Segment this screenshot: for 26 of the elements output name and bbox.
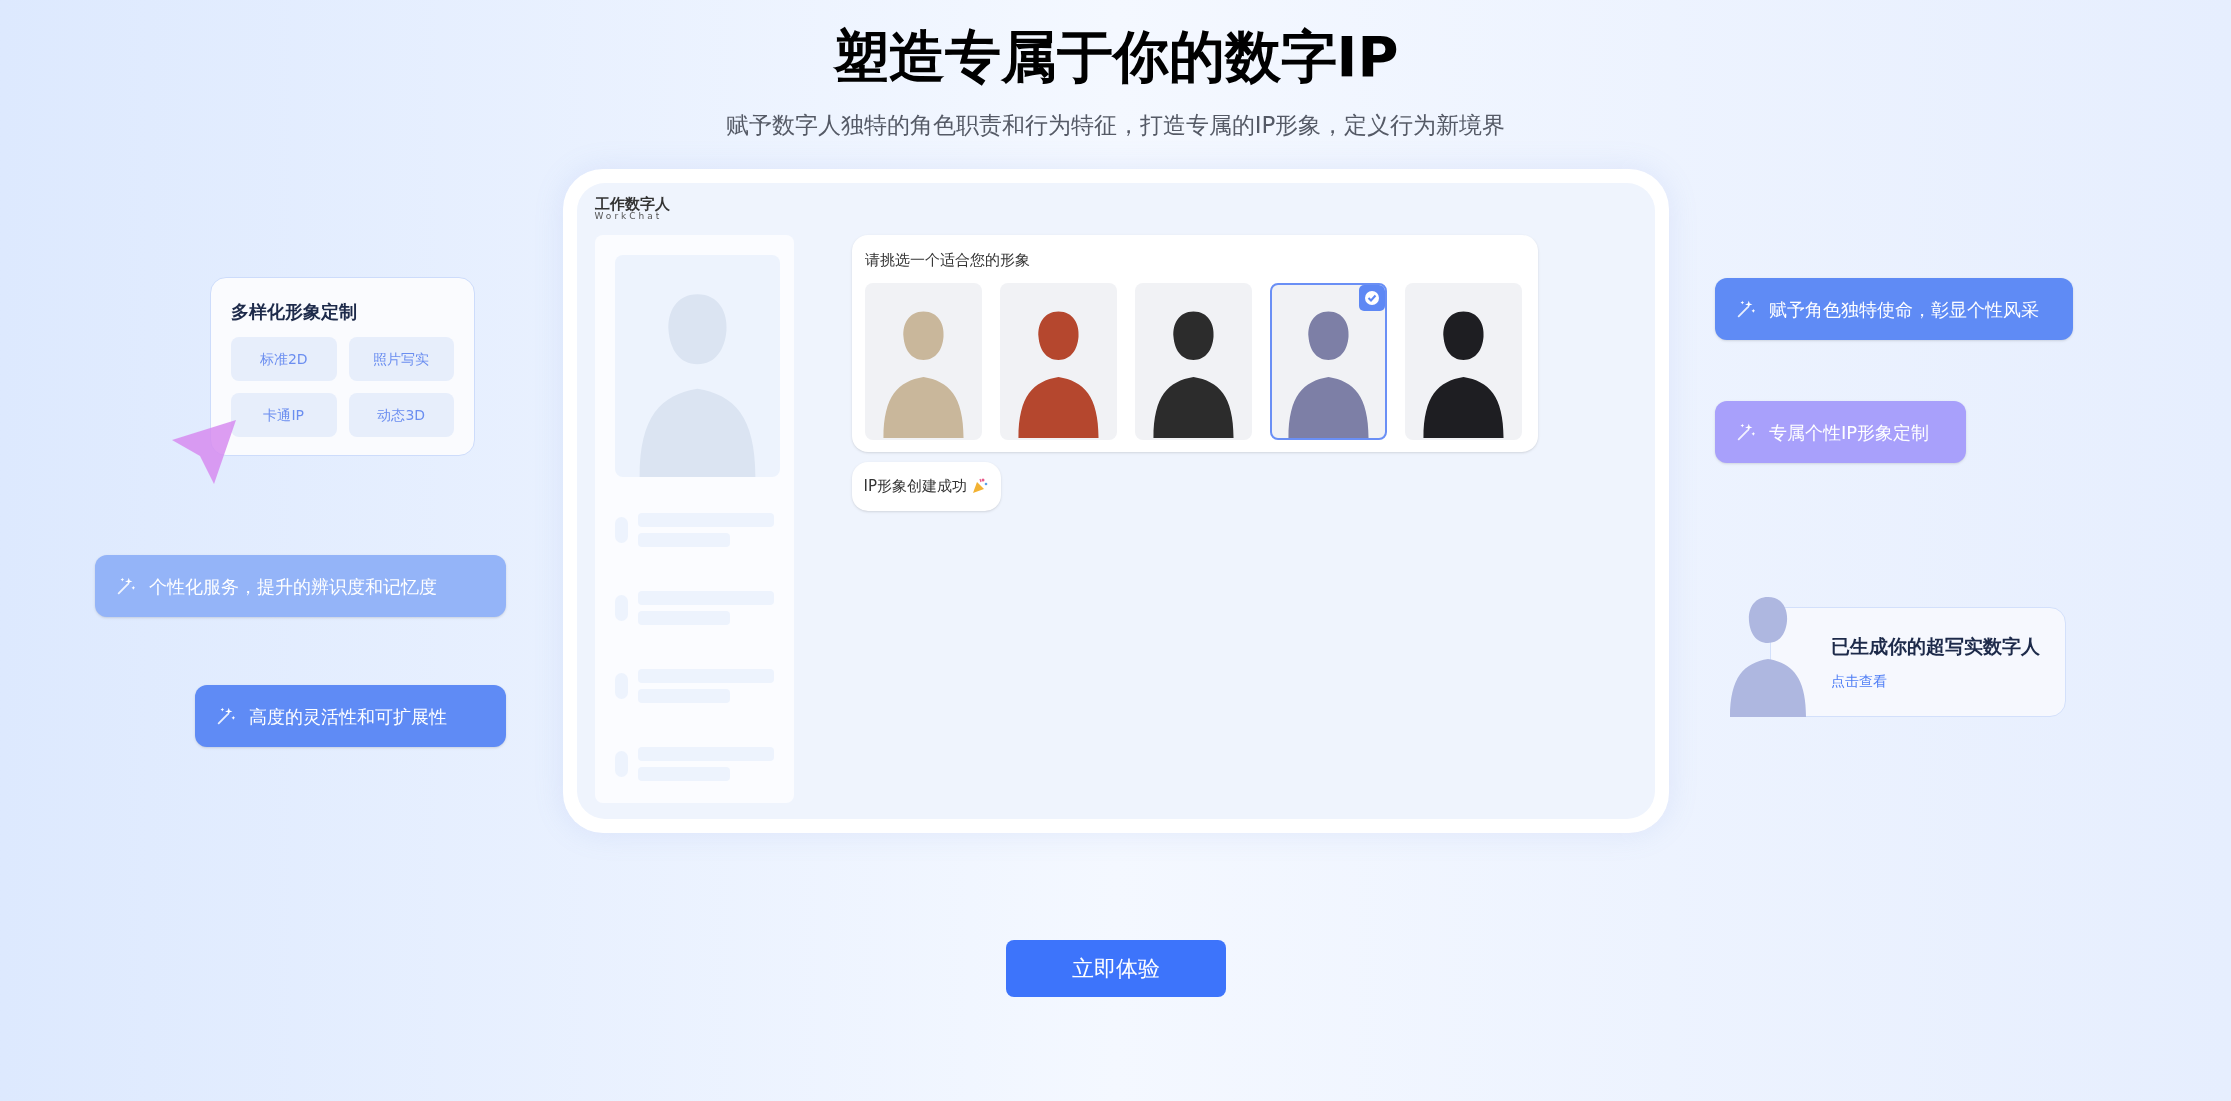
logo-subtext: WorkChat — [594, 211, 663, 221]
chooser-prompt: 请挑选一个适合您的形象 — [864, 249, 1031, 271]
view-link[interactable]: 点击查看 — [1831, 670, 2065, 692]
magic-wand-icon — [1735, 421, 1757, 443]
success-message: IP形象创建成功 — [863, 476, 967, 497]
style-option[interactable]: 照片写实 — [348, 337, 454, 381]
feature-text: 专属个性IP形象定制 — [1769, 420, 1930, 445]
try-now-button[interactable]: 立即体验 — [1005, 939, 1226, 997]
style-option[interactable]: 标准2D — [231, 337, 337, 381]
card-title: 多样化形象定制 — [231, 300, 358, 324]
feature-text: 赋予角色独特使命，彰显个性风采 — [1769, 297, 2039, 322]
result-title: 已生成你的超写实数字人 — [1831, 634, 2041, 659]
style-option[interactable]: 卡通IP — [231, 393, 337, 437]
magic-wand-icon — [1735, 298, 1757, 320]
page-subtitle: 赋予数字人独特的角色职责和行为特征，打造专属的IP形象，定义行为新境界 — [725, 111, 1506, 140]
style-option[interactable]: 动态3D — [348, 393, 454, 437]
feature-text: 个性化服务，提升的辨识度和记忆度 — [149, 574, 437, 599]
party-popper-icon — [971, 477, 989, 496]
feature-text: 高度的灵活性和可扩展性 — [249, 704, 447, 729]
check-badge-icon — [1358, 285, 1385, 311]
page-title: 塑造专属于你的数字IP — [832, 23, 1399, 91]
logo-text: 工作数字人 — [594, 196, 671, 212]
avatar-option[interactable] — [1134, 283, 1252, 440]
avatar-option[interactable] — [1404, 283, 1522, 440]
magic-wand-icon — [115, 575, 137, 597]
magic-wand-icon — [215, 705, 237, 727]
